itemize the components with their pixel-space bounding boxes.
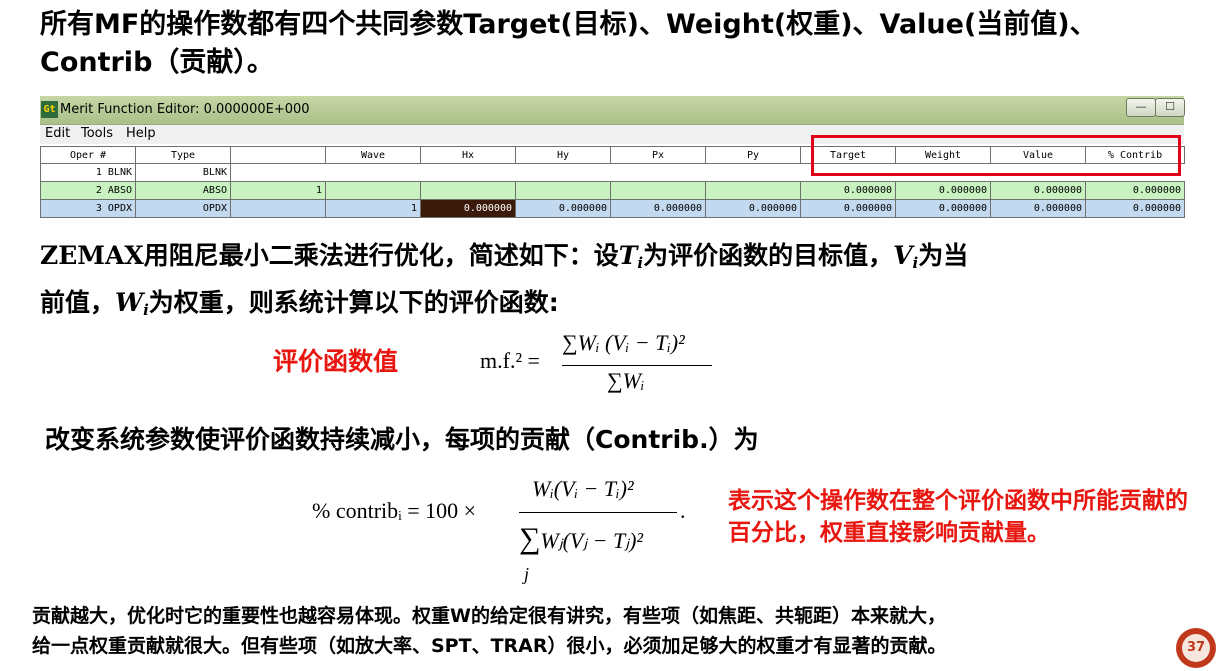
text-segment: 为当 xyxy=(918,241,969,270)
cell-type[interactable]: BLNK xyxy=(135,163,231,182)
cell-wave[interactable]: 1 xyxy=(325,199,421,218)
bottom-line-2: 给一点权重贡献就很大。但有些项（如放大率、SPT、TRAR）很小，必须加足够大的… xyxy=(32,635,947,657)
slide-title: 所有MF的操作数都有四个共同参数Target(目标)、Weight(权重)、Va… xyxy=(40,6,1216,82)
cell-type[interactable]: OPDX xyxy=(135,199,231,218)
cell-value[interactable]: 0.000000 xyxy=(990,199,1086,218)
cell-param[interactable]: 1 xyxy=(230,181,326,200)
cell-hy[interactable]: 0.000000 xyxy=(515,199,611,218)
cell-target[interactable]: 0.000000 xyxy=(800,199,896,218)
col-header-py[interactable]: Py xyxy=(705,146,801,164)
sigma-symbol: ∑ xyxy=(519,522,541,555)
cell-weight[interactable]: 0.000000 xyxy=(895,181,991,200)
formula-lhs: % contribᵢ = 100 × xyxy=(312,498,477,523)
col-header-hy[interactable]: Hy xyxy=(515,146,611,164)
fraction-bar xyxy=(562,365,712,366)
col-header-oper[interactable]: Oper # xyxy=(40,146,136,164)
col-header-hx[interactable]: Hx xyxy=(420,146,516,164)
col-header-type[interactable]: Type xyxy=(135,146,231,164)
menu-help[interactable]: Help xyxy=(126,126,156,141)
text-segment: 为权重，则系统计算以下的评价函数: xyxy=(148,288,559,317)
cell-weight[interactable]: 0.000000 xyxy=(895,199,991,218)
cell-target[interactable]: 0.000000 xyxy=(800,181,896,200)
window-title: Merit Function Editor: 0.000000E+000 xyxy=(60,102,310,117)
formula-denominator-wrap: ∑Wⱼ(Vⱼ − Tⱼ)² xyxy=(519,522,643,556)
formula-numerator: ∑Wᵢ (Vᵢ − Tᵢ)² xyxy=(562,330,685,355)
col-header-px[interactable]: Px xyxy=(610,146,706,164)
formula-denominator: Wⱼ(Vⱼ − Tⱼ)² xyxy=(540,528,644,553)
symbol-v: V xyxy=(893,241,913,270)
sum-index: j xyxy=(524,564,530,584)
formula-numerator: Wᵢ(Vᵢ − Tᵢ)² xyxy=(532,476,634,501)
zemax-word: ZEMAX xyxy=(40,241,144,270)
text-segment: 前值， xyxy=(40,288,116,317)
table-row: 3 OPDX OPDX 1 0.000000 0.000000 0.000000… xyxy=(40,199,1185,218)
cell-py[interactable] xyxy=(705,181,801,200)
title-line-1: 所有MF的操作数都有四个共同参数Target(目标)、Weight(权重)、Va… xyxy=(40,9,1097,40)
text-segment: 为评价函数的目标值， xyxy=(643,241,894,270)
cell-value[interactable]: 0.000000 xyxy=(990,181,1086,200)
cell-hy[interactable] xyxy=(515,181,611,200)
menu-edit[interactable]: Edit xyxy=(45,126,70,141)
explanation-paragraph: ZEMAX用阻尼最小二乘法进行优化，简述如下：设Ti为评价函数的目标值，Vi为当… xyxy=(40,236,1210,330)
contrib-paragraph: 改变系统参数使评价函数持续减小，每项的贡献（Contrib.）为 xyxy=(45,425,759,454)
cell-hx[interactable] xyxy=(420,181,516,200)
cell-type[interactable]: ABSO xyxy=(135,181,231,200)
cell-px[interactable]: 0.000000 xyxy=(610,199,706,218)
highlight-box xyxy=(811,135,1181,176)
cell-oper[interactable]: 3 OPDX xyxy=(40,199,136,218)
window-titlebar[interactable]: Gt Merit Function Editor: 0.000000E+000 … xyxy=(40,96,1185,125)
symbol-t: T xyxy=(618,241,638,270)
formula-period: . xyxy=(680,498,686,523)
menu-tools[interactable]: Tools xyxy=(81,126,113,141)
symbol-w: W xyxy=(115,288,144,317)
bottom-line-1: 贡献越大，优化时它的重要性也越容易体现。权重W的给定很有讲究，有些项（如焦距、共… xyxy=(32,605,946,627)
minimize-button[interactable]: — xyxy=(1126,98,1156,117)
cell-oper[interactable]: 2 ABSO xyxy=(40,181,136,200)
table-row: 2 ABSO ABSO 1 0.000000 0.000000 0.000000… xyxy=(40,181,1185,200)
formula-lhs: m.f.² = xyxy=(480,348,540,373)
bottom-text: 贡献越大，优化时它的重要性也越容易体现。权重W的给定很有讲究，有些项（如焦距、共… xyxy=(32,601,1182,661)
cell-wave[interactable] xyxy=(325,181,421,200)
col-header-blank[interactable] xyxy=(230,146,326,164)
page-number-badge: 37 xyxy=(1176,628,1216,668)
cell-oper[interactable]: 1 BLNK xyxy=(40,163,136,182)
cell-hx-selected[interactable]: 0.000000 xyxy=(420,199,516,218)
cell-py[interactable]: 0.000000 xyxy=(705,199,801,218)
text-segment: 用阻尼最小二乘法进行优化，简述如下：设 xyxy=(143,241,619,270)
cell-px[interactable] xyxy=(610,181,706,200)
zemax-app-icon: Gt xyxy=(41,101,58,118)
page-number: 37 xyxy=(1182,634,1210,662)
merit-function-label: 评价函数值 xyxy=(273,347,399,376)
title-line-2: Contrib（贡献）。 xyxy=(40,47,274,78)
fraction-bar xyxy=(519,512,677,513)
cell-param[interactable] xyxy=(230,199,326,218)
maximize-button[interactable]: ☐ xyxy=(1155,98,1185,117)
contrib-note: 表示这个操作数在整个评价函数中所能贡献的百分比，权重直接影响贡献量。 xyxy=(728,488,1188,546)
cell-contrib[interactable]: 0.000000 xyxy=(1085,199,1185,218)
col-header-wave[interactable]: Wave xyxy=(325,146,421,164)
cell-contrib[interactable]: 0.000000 xyxy=(1085,181,1185,200)
formula-denominator: ∑Wᵢ xyxy=(607,368,645,393)
